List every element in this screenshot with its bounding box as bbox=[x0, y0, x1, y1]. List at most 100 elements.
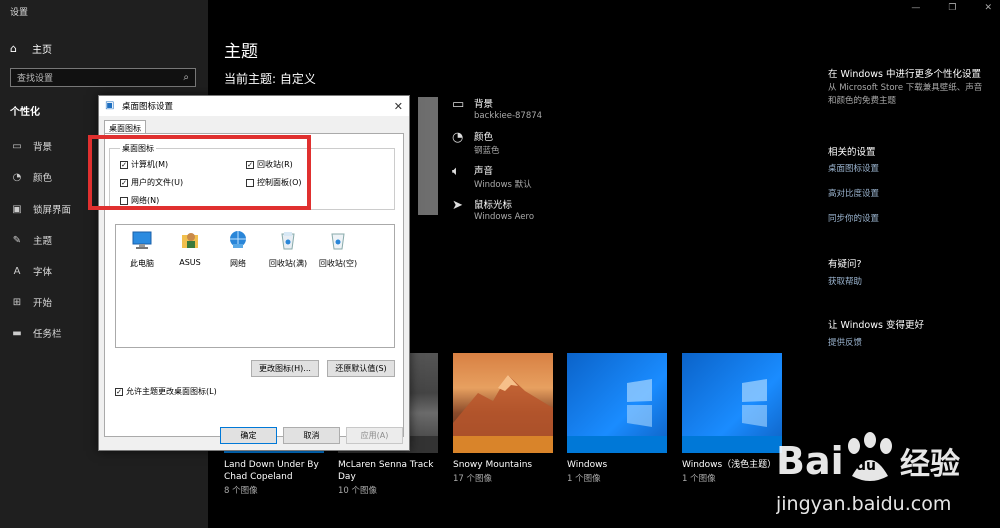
image-icon: ▭ bbox=[12, 140, 22, 152]
icon-recycle-bin-empty[interactable]: 回收站(空) bbox=[314, 229, 362, 269]
icon-user-folder[interactable]: ASUS bbox=[166, 229, 214, 267]
brush-icon: ✎ bbox=[12, 234, 22, 246]
theme-count: 1 个图像 bbox=[567, 474, 601, 484]
theme-name: Windows bbox=[567, 460, 608, 470]
icon-recycle-bin-full[interactable]: 回收站(满) bbox=[264, 229, 312, 269]
cursor-icon: ➤ bbox=[452, 198, 463, 213]
change-icon-button[interactable]: 更改图标(H)... bbox=[251, 360, 319, 377]
icon-network[interactable]: 网络 bbox=[214, 229, 262, 269]
checkbox-checked-icon[interactable]: ✓ bbox=[115, 387, 123, 396]
prop-value: Windows Aero bbox=[474, 212, 535, 222]
link-desktop-icon-settings[interactable]: 桌面图标设置 bbox=[828, 162, 988, 174]
maximize-icon[interactable]: ❐ bbox=[948, 3, 956, 13]
baidu-jingyan-watermark: Bai 经验 jingyan.baidu.com du bbox=[775, 418, 996, 523]
icon-label: 此电脑 bbox=[130, 259, 154, 268]
nav-home[interactable]: ⌂ 主页 bbox=[10, 40, 52, 56]
prop-color[interactable]: ◔ 颜色 钢蓝色 bbox=[452, 129, 500, 156]
sidebar-item-label: 任务栏 bbox=[33, 329, 62, 340]
dialog-titlebar[interactable]: ▣ 桌面图标设置 ✕ bbox=[99, 96, 409, 116]
app-title: 设置 bbox=[10, 8, 29, 18]
theme-accent-bar bbox=[453, 436, 553, 453]
sidebar-item-fonts[interactable]: A 字体 bbox=[10, 263, 52, 279]
taskbar-icon: ▬ bbox=[12, 327, 22, 339]
start-icon: ⊞ bbox=[12, 296, 22, 308]
sidebar-item-label: 字体 bbox=[33, 267, 53, 278]
theme-tile[interactable]: Windows（浅色主题） 1 个图像 bbox=[682, 353, 782, 484]
icon-label: 回收站(满) bbox=[268, 259, 308, 268]
sidebar-item-taskbar[interactable]: ▬ 任务栏 bbox=[10, 325, 62, 341]
ok-button[interactable]: 确定 bbox=[220, 427, 277, 444]
restore-default-button[interactable]: 还原默认值(S) bbox=[327, 360, 395, 377]
prop-title: 鼠标光标 bbox=[474, 200, 513, 211]
theme-thumbnail bbox=[567, 353, 667, 453]
icon-label: ASUS bbox=[179, 258, 201, 267]
user-folder-icon bbox=[182, 233, 198, 248]
baidu-logo: Bai 经验 jingyan.baidu.com du bbox=[775, 432, 960, 515]
recycle-bin-empty-icon bbox=[331, 233, 345, 250]
link-high-contrast[interactable]: 高对比度设置 bbox=[828, 187, 988, 199]
improve-section: 让 Windows 变得更好 bbox=[828, 317, 988, 331]
theme-count: 10 个图像 bbox=[338, 486, 378, 496]
cancel-button[interactable]: 取消 bbox=[283, 427, 340, 444]
watermark-suffix: 经验 bbox=[900, 447, 960, 482]
watermark-brand: Bai bbox=[776, 439, 844, 483]
sidebar-item-label: 颜色 bbox=[33, 173, 53, 184]
palette-icon: ◔ bbox=[452, 130, 464, 145]
theme-thumbnail bbox=[682, 353, 782, 453]
sidebar-item-lockscreen[interactable]: ▣ 锁屏界面 bbox=[10, 201, 71, 217]
prop-title: 声音 bbox=[474, 166, 494, 177]
sidebar-item-themes[interactable]: ✎ 主题 bbox=[10, 232, 52, 248]
desktop-icon: ▣ bbox=[105, 100, 115, 111]
prop-sound[interactable]: 🔈︎ 声音 Windows 默认 bbox=[452, 163, 532, 190]
related-title: 相关的设置 bbox=[828, 147, 876, 158]
theme-tile[interactable]: Snowy Mountains 17 个图像 bbox=[453, 353, 553, 484]
sidebar-item-label: 主题 bbox=[33, 236, 53, 247]
search-icon[interactable]: ⌕ bbox=[183, 72, 189, 83]
link-sync-settings[interactable]: 同步你的设置 bbox=[828, 212, 988, 224]
desktop-icon-list[interactable]: 此电脑 ASUS 网络 回收站(满) 回收站(空) bbox=[115, 224, 395, 348]
prop-title: 背景 bbox=[474, 99, 494, 110]
theme-count: 17 个图像 bbox=[453, 474, 493, 484]
search-input[interactable]: 查找设置 bbox=[17, 71, 183, 84]
font-icon: A bbox=[13, 265, 21, 277]
sidebar-item-background[interactable]: ▭ 背景 bbox=[10, 138, 52, 154]
home-icon: ⌂ bbox=[10, 41, 17, 55]
annotation-highlight-box bbox=[88, 135, 311, 210]
nav-home-label: 主页 bbox=[32, 44, 52, 56]
link-feedback[interactable]: 提供反馈 bbox=[828, 336, 988, 348]
sidebar-item-label: 开始 bbox=[33, 298, 53, 309]
section-title: 个性化 bbox=[10, 107, 40, 118]
minimize-icon[interactable]: — bbox=[911, 3, 920, 13]
icon-label: 网络 bbox=[230, 259, 246, 268]
prop-background[interactable]: ▭ 背景 backkiee-87874 bbox=[452, 96, 542, 121]
icon-this-pc[interactable]: 此电脑 bbox=[118, 229, 166, 269]
more-personalization: 在 Windows 中进行更多个性化设置 从 Microsoft Store 下… bbox=[828, 66, 988, 108]
theme-name: Windows（浅色主题） bbox=[682, 460, 777, 470]
window-controls: — ❐ ✕ bbox=[911, 3, 992, 13]
watermark-url: jingyan.baidu.com bbox=[776, 493, 951, 515]
image-icon: ▭ bbox=[452, 97, 465, 112]
more-desc[interactable]: 从 Microsoft Store 下载兼具壁纸、声音和颜色的免费主题 bbox=[828, 82, 988, 108]
theme-preview bbox=[418, 97, 438, 215]
improve-title: 让 Windows 变得更好 bbox=[828, 320, 924, 331]
help-title: 有疑问? bbox=[828, 259, 862, 270]
close-icon[interactable]: ✕ bbox=[394, 100, 403, 113]
theme-name: McLaren Senna Track Day bbox=[338, 460, 434, 482]
checkbox-allow-themes[interactable]: ✓ 允许主题更改桌面图标(L) bbox=[115, 386, 217, 397]
related-settings: 相关的设置 bbox=[828, 144, 988, 158]
apply-button[interactable]: 应用(A) bbox=[346, 427, 403, 444]
prop-cursor[interactable]: ➤ 鼠标光标 Windows Aero bbox=[452, 197, 534, 222]
help-section: 有疑问? bbox=[828, 256, 988, 270]
sidebar-item-start[interactable]: ⊞ 开始 bbox=[10, 294, 52, 310]
theme-accent-bar bbox=[567, 436, 667, 453]
search-box[interactable]: 查找设置 ⌕ bbox=[10, 68, 196, 87]
sidebar-item-colors[interactable]: ◔ 颜色 bbox=[10, 169, 52, 185]
theme-name: Land Down Under By Chad Copeland bbox=[224, 460, 319, 482]
lockscreen-icon: ▣ bbox=[12, 203, 22, 215]
close-icon[interactable]: ✕ bbox=[984, 3, 992, 13]
checkbox-label: 允许主题更改桌面图标(L) bbox=[126, 387, 217, 396]
theme-thumbnail bbox=[453, 353, 553, 453]
link-get-help[interactable]: 获取帮助 bbox=[828, 275, 988, 287]
recycle-bin-full-icon bbox=[281, 232, 295, 250]
theme-tile[interactable]: Windows 1 个图像 bbox=[567, 353, 667, 484]
